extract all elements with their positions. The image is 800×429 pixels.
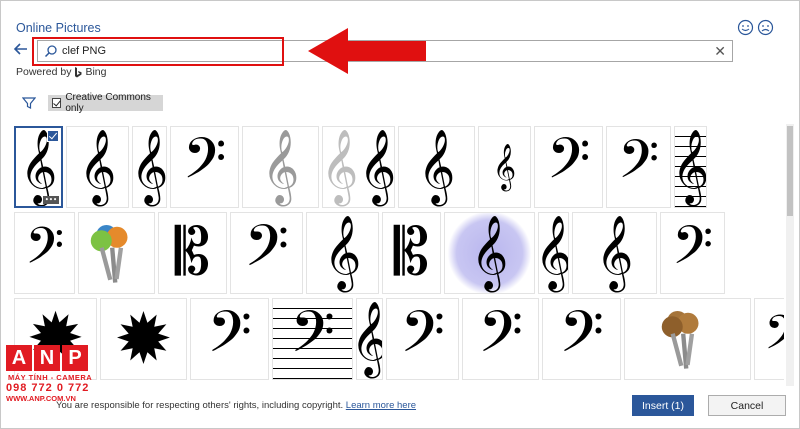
watermark-line1: MÁY TÍNH - CAMERA [8,373,93,382]
image-thumbnail-treble-clef[interactable]: 𝄞 [356,298,383,380]
bass-clef-icon: 𝄢 [558,298,604,380]
results-scrollbar[interactable] [786,124,794,386]
image-thumbnail-bass-clef[interactable]: 𝄢 [542,298,621,380]
watermark-letter: A [6,345,32,371]
treble-clef-pair-icon: 𝄞 [358,130,395,204]
keys-icon [661,311,698,369]
image-thumbnail-bass-clef[interactable]: 𝄢 [534,126,603,208]
image-thumbnail-heart-clef[interactable]: 𝄞 [572,212,657,294]
image-thumbnail-bass-clef[interactable]: 𝄢 [230,212,303,294]
treble-clef-icon: 𝄞 [19,130,58,204]
image-thumbnail-keys-color[interactable] [78,212,155,294]
metal-clef-icon: 𝄞 [261,130,300,204]
image-thumbnail-treble-clef-pair[interactable]: 𝄞 𝄞 [322,126,395,208]
treble-clef-icon: 𝄞 [539,221,568,285]
image-thumbnail-alto-clef[interactable]: 𝄡 [158,212,227,294]
image-thumbnail-bass-clef[interactable]: 𝄢 [754,298,784,380]
selected-check-icon[interactable] [47,130,59,142]
treble-clef-purple-icon: 𝄞 [470,216,509,290]
image-thumbnail-treble-clef-staff[interactable]: 𝄞 [674,126,707,208]
image-thumbnail-bass-clef[interactable]: 𝄢 [462,298,539,380]
image-thumbnail-keys-brass[interactable] [624,298,751,380]
creative-commons-toggle[interactable]: Creative Commons only [48,92,163,114]
watermark-logo: A N P MÁY TÍNH - CAMERA 098 772 0 772 WW… [0,345,110,429]
creative-commons-label: Creative Commons only [65,92,151,114]
watermark-letter: N [34,345,60,371]
heart-clef-icon: 𝄞 [595,216,634,290]
keys-icon [90,225,127,283]
copyright-notice: You are responsible for respecting other… [56,400,416,411]
star-clef-icon: ✹ [114,298,173,380]
bass-clef-icon: 𝄢 [546,126,591,206]
bass-clef-icon: 𝄢 [477,298,523,380]
bass-clef-icon: 𝄢 [243,212,289,294]
smile-feedback-icon[interactable] [737,19,754,36]
image-thumbnail-bass-clef[interactable]: 𝄢 [170,126,239,208]
alto-clef-icon: 𝄡 [174,216,211,290]
image-thumbnail-bass-clef[interactable]: 𝄢 [190,298,269,380]
frown-feedback-icon[interactable] [757,19,774,36]
learn-more-link[interactable]: Learn more here [346,400,416,411]
bass-clef-staff-icon: 𝄢 [289,298,335,380]
image-thumbnail-treble-clef[interactable]: 𝄞 [66,126,129,208]
annotation-highlight-box [32,37,284,66]
image-thumbnail-treble-clef-purple[interactable]: 𝄞 [444,212,535,294]
image-results-grid: 𝄞•••𝄞𝄞𝄢𝄞𝄞𝄞𝄞𝄞𝄢𝄢𝄞𝄢𝄡𝄢𝄞𝄡𝄞𝄞𝄞𝄢✹✹𝄢𝄢𝄞𝄢𝄢𝄢𝄢 [14,124,784,386]
watermark-letter: P [62,345,88,371]
image-thumbnail-treble-clef[interactable]: 𝄞 [538,212,569,294]
powered-by-label: Powered by [16,66,72,78]
bass-clef-icon: 𝄢 [671,214,714,290]
treble-clef-small-icon: 𝄞 [492,144,517,190]
treble-clef-icon: 𝄞 [357,307,382,371]
image-thumbnail-treble-clef[interactable]: 𝄞 [306,212,379,294]
image-thumbnail-bass-clef[interactable]: 𝄢 [606,126,671,208]
scrollbar-thumb[interactable] [787,126,793,216]
image-thumbnail-treble-clef[interactable]: 𝄞 [132,126,167,208]
insert-button[interactable]: Insert (1) [632,395,694,416]
image-thumbnail-alto-clef[interactable]: 𝄡 [382,212,441,294]
bass-clef-icon: 𝄢 [617,128,660,204]
bing-logo-icon [75,66,82,77]
provider-name: Bing [85,66,107,78]
image-thumbnail-treble-clef[interactable]: 𝄞 [398,126,475,208]
alto-clef-icon: 𝄡 [393,216,430,290]
treble-clef-icon: 𝄞 [323,216,362,290]
image-thumbnail-bass-clef[interactable]: 𝄢 [660,212,725,294]
bass-clef-icon: 𝄢 [24,217,65,288]
more-options-icon[interactable]: ••• [43,196,59,204]
treble-clef-pair-icon: 𝄞 [322,130,359,204]
dialog-title: Online Pictures [16,21,101,35]
bass-clef-icon: 𝄢 [206,298,252,380]
clear-search-icon[interactable]: ✕ [714,43,726,59]
filter-icon[interactable] [22,96,36,110]
bass-clef-icon: 𝄢 [182,126,227,206]
treble-clef-icon: 𝄞 [132,130,167,204]
bass-clef-icon: 𝄢 [764,310,784,368]
back-arrow-icon[interactable] [13,41,29,57]
image-thumbnail-metal-clef[interactable]: 𝄞 [242,126,319,208]
treble-clef-staff-icon: 𝄞 [675,135,706,199]
image-thumbnail-bass-clef[interactable]: 𝄢 [14,212,75,294]
watermark-line2: 098 772 0 772 [6,382,90,394]
image-thumbnail-bass-clef-staff[interactable]: 𝄢 [272,298,353,380]
bass-clef-icon: 𝄢 [399,298,445,380]
cancel-button[interactable]: Cancel [708,395,786,416]
powered-by: Powered by Bing [16,66,106,78]
annotation-arrow-icon [308,28,426,74]
image-thumbnail-bass-clef[interactable]: 𝄢 [386,298,459,380]
watermark-line3: WWW.ANP.COM.VN [6,394,76,403]
creative-commons-checkbox[interactable] [52,98,62,108]
treble-clef-icon: 𝄞 [78,130,117,204]
image-thumbnail-star-clef[interactable]: ✹ [100,298,187,380]
image-thumbnail-treble-clef-small[interactable]: 𝄞 [478,126,531,208]
treble-clef-icon: 𝄞 [417,130,456,204]
image-thumbnail-treble-clef[interactable]: 𝄞 ••• [14,126,63,208]
